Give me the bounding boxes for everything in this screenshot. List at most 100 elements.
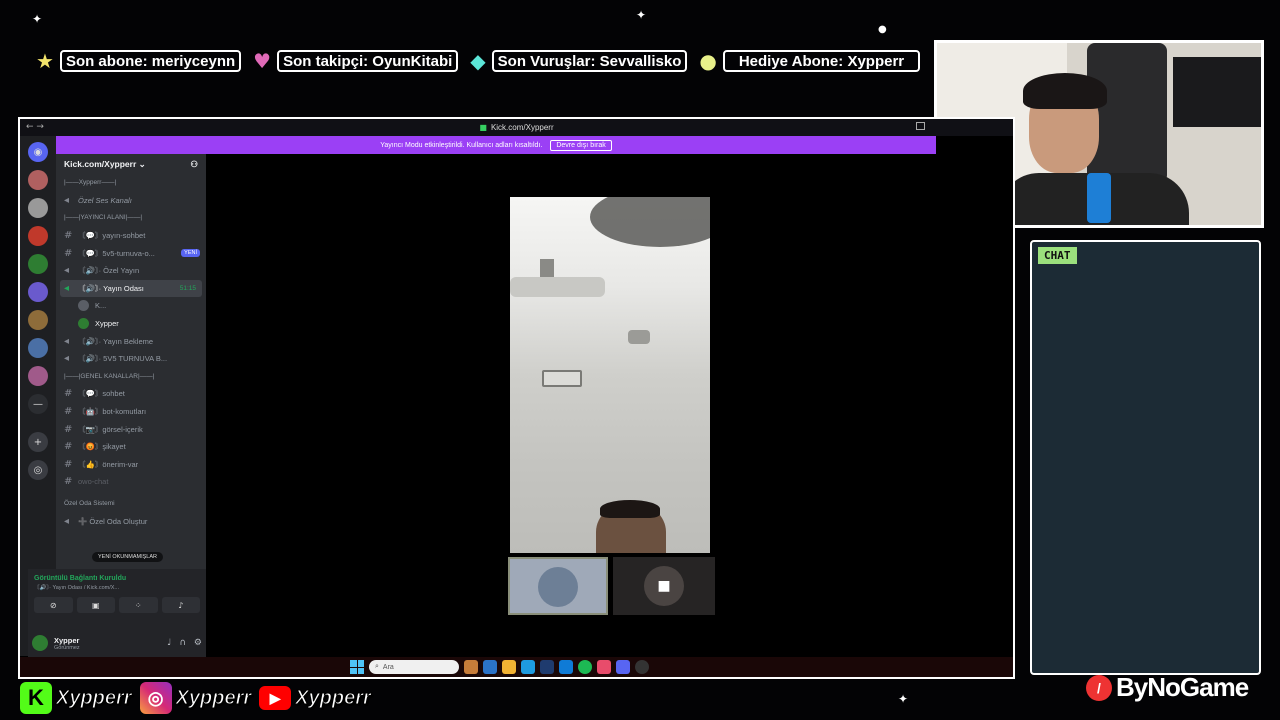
voice-sub[interactable]: 〘🔊〙· Yayın Odası / Kick.com/X... — [34, 583, 200, 591]
voice-channel[interactable]: ◂ 〘🔊〙· Yayın Bekleme — [56, 332, 206, 350]
sponsor-name: ByNoGame — [1116, 672, 1249, 702]
kick-handle: Xypperr — [56, 686, 133, 709]
voice-channel[interactable]: ◂ 〘🔊〙· Özel Yayın — [56, 262, 206, 280]
search-placeholder: Ara — [382, 663, 394, 671]
video-dome-light — [542, 370, 582, 387]
chat-panel: CHAT — [1030, 240, 1261, 675]
back-arrow-icon[interactable]: ← → — [26, 122, 44, 132]
kick-favicon-icon: ■ — [479, 123, 487, 132]
voice-user[interactable]: K... — [56, 297, 206, 315]
add-member-icon[interactable]: ⚇ — [190, 159, 198, 170]
speaker-icon: ◂ — [64, 194, 70, 206]
sparkle-decoration: ✦ — [636, 8, 647, 22]
voice-channel-active[interactable]: ◂ 〘🔊〙· Yayın Odası 51:15 — [60, 279, 202, 298]
server-icon[interactable] — [28, 310, 48, 330]
discord-home-icon[interactable]: ◉ — [28, 142, 48, 162]
app-icon[interactable] — [483, 660, 497, 674]
opera-icon[interactable] — [597, 660, 611, 674]
bynogame-logo-icon: / — [1086, 674, 1112, 701]
channel-category[interactable]: |——|GENEL KANALLAR|——| — [56, 368, 206, 386]
tab-title: Kick.com/Xypperr — [490, 123, 554, 132]
video-person-hair — [600, 500, 660, 518]
server-folder-icon[interactable]: — — [28, 394, 48, 414]
screen-share-icon[interactable]: ▣ — [76, 597, 115, 613]
video-mirror — [510, 277, 605, 297]
unread-pill[interactable]: YENİ OKUNMAMIŞLAR — [92, 552, 163, 562]
camera-off-icon[interactable]: ⊘ — [34, 597, 73, 613]
disable-streamer-mode-button[interactable]: Devre dışı bırak — [550, 139, 612, 151]
store-icon[interactable] — [559, 660, 573, 674]
server-icon[interactable] — [28, 254, 48, 274]
voice-user[interactable]: Xypper — [56, 315, 206, 333]
sparkle-decoration: ✦ — [898, 692, 909, 706]
server-icon[interactable] — [28, 366, 48, 386]
taskbar-icons: ⌕ Ara — [350, 660, 649, 674]
new-badge: YENİ — [181, 249, 200, 258]
text-channel[interactable]: # 〘😡〙şikayet — [56, 438, 206, 456]
activities-icon[interactable]: ⁘ — [119, 597, 158, 613]
user-info[interactable]: Xypper Görünmez — [54, 636, 80, 651]
speaker-icon: ◂ — [64, 335, 70, 347]
hash-icon: # — [64, 476, 73, 488]
maximize-icon[interactable] — [916, 122, 925, 130]
video-handle — [628, 330, 650, 344]
channel-category[interactable]: Özel Oda Sistemi — [56, 495, 206, 513]
speaker-icon: ◂ — [64, 282, 70, 294]
soundboard-icon[interactable]: ♪ — [161, 597, 200, 613]
user-status: Görünmez — [54, 644, 80, 651]
explore-icon[interactable]: ◎ — [28, 460, 48, 480]
text-channel[interactable]: # 〘🤖〙bot-komutları — [56, 403, 206, 421]
text-channel[interactable]: # owo-chat — [56, 473, 206, 491]
text-channel[interactable]: # 〘💬〙yayın-sohbet — [56, 227, 206, 245]
channel-category[interactable]: |——Xypperr——| — [56, 174, 206, 192]
text-channel[interactable]: # 〘👍〙önerim-var — [56, 456, 206, 474]
app-icon[interactable] — [635, 660, 649, 674]
ticker-gift-sub: ● Hediye Abone: Xypperr — [699, 50, 921, 72]
voice-channel[interactable]: ◂ ➕ Özel Oda Oluştur — [56, 512, 206, 530]
server-icon[interactable] — [28, 282, 48, 302]
taskview-icon[interactable] — [464, 660, 478, 674]
voice-connection-panel: Görüntülü Bağlantı Kuruldu 〘🔊〙· Yayın Od… — [28, 569, 206, 629]
server-icon[interactable] — [28, 226, 48, 246]
webcam-chair — [1087, 43, 1167, 183]
headphones-icon[interactable]: ∩ — [179, 638, 186, 648]
social-links: K Xypperr ◎ Xypperr ▶ Xypperr — [20, 682, 375, 714]
taskbar-search[interactable]: ⌕ Ara — [369, 660, 459, 674]
participant-tile[interactable]: ■ — [613, 557, 715, 615]
settings-gear-icon[interactable]: ⚙ — [194, 638, 202, 648]
text-channel[interactable]: # 〘💬〙5v5-turnuva-o... YENİ — [56, 244, 206, 262]
file-explorer-icon[interactable] — [502, 660, 516, 674]
search-icon: ⌕ — [375, 663, 379, 670]
server-header[interactable]: Kick.com/Xypperr ⌄ ⚇ — [56, 154, 206, 174]
video-camera-icon: ■ — [644, 566, 684, 606]
browser-window: ← → ■ Kick.com/Xypperr ◉ — + ◎ Yayıncı M… — [18, 117, 1015, 679]
channel-list: Kick.com/Xypperr ⌄ ⚇ |——Xypperr——| ◂ Özel… — [56, 154, 206, 569]
ticker-text: Son abone: meriyceynn — [59, 50, 242, 72]
alert-ticker: ★ Son abone: meriyceynn ♥ Son takipçi: O… — [36, 48, 926, 74]
channel-category[interactable]: |——|YAYINCI ALANI|——| — [56, 209, 206, 227]
app-icon[interactable] — [540, 660, 554, 674]
speaker-icon: ◂ — [64, 353, 70, 365]
voice-channel[interactable]: ◂ 〘🔊〙· 5V5 TURNUVA B... — [56, 350, 206, 368]
server-icon[interactable] — [28, 198, 48, 218]
text-channel[interactable]: # 〘💬〙sohbet — [56, 385, 206, 403]
edge-icon[interactable] — [521, 660, 535, 674]
video-stream[interactable] — [510, 197, 710, 553]
spotify-icon[interactable] — [578, 660, 592, 674]
windows-start-icon[interactable] — [350, 660, 364, 674]
ticker-text: Hediye Abone: Xypperr — [722, 50, 921, 72]
microphone-icon[interactable]: ♩ — [167, 638, 171, 648]
user-panel: Xypper Görünmez ♩ ∩ ⚙ — [28, 629, 206, 657]
add-server-icon[interactable]: + — [28, 432, 48, 452]
server-icon[interactable] — [28, 338, 48, 358]
sponsor-logo: / ByNoGame — [1086, 672, 1249, 703]
hash-icon: # — [64, 388, 73, 400]
user-controls: ♩ ∩ ⚙ — [167, 638, 202, 648]
text-channel[interactable]: # 〘📷〙görsel-içerik — [56, 420, 206, 438]
participant-tile[interactable] — [508, 557, 608, 615]
voice-channel[interactable]: ◂ Özel Ses Kanalı — [56, 192, 206, 210]
instagram-logo-icon: ◎ — [139, 682, 172, 714]
discord-icon[interactable] — [616, 660, 630, 674]
server-icon[interactable] — [28, 170, 48, 190]
avatar[interactable] — [32, 635, 48, 651]
